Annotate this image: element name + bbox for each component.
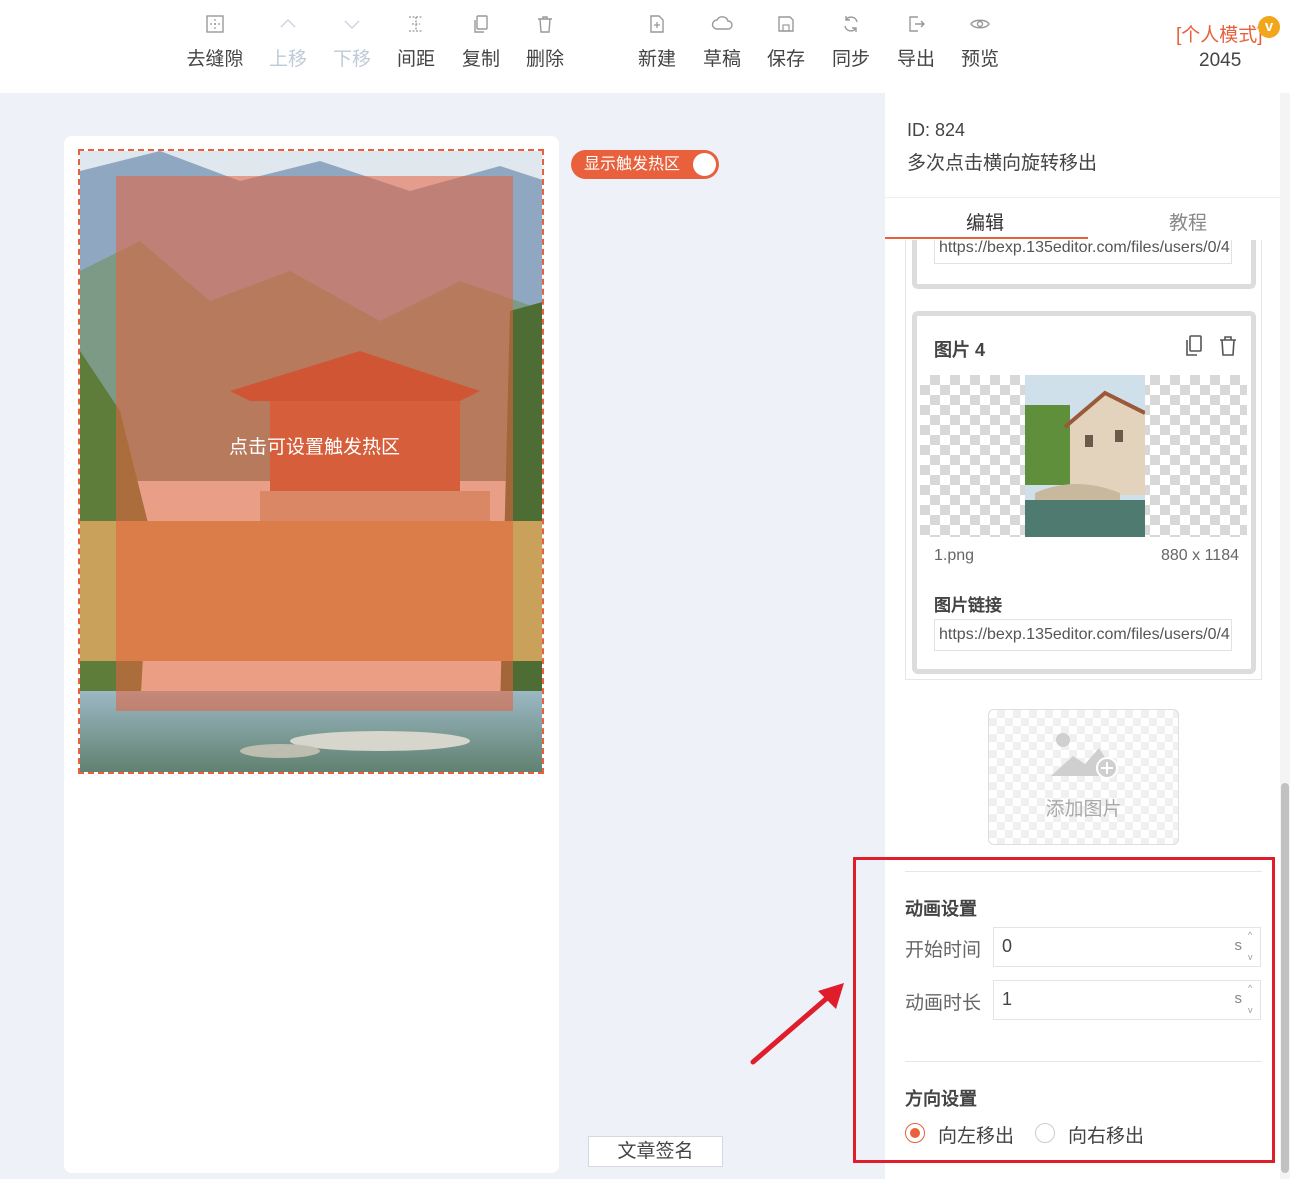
- tool-label: 导出: [896, 49, 935, 70]
- copy-icon: [446, 14, 516, 44]
- cloud-icon: [687, 14, 757, 44]
- trigger-hotzone[interactable]: 点击可设置触发热区: [116, 176, 513, 711]
- spacing-icon: [381, 14, 451, 44]
- tool-label: 去缝隙: [186, 49, 244, 70]
- tool-label: 保存: [766, 49, 805, 70]
- copy-icon[interactable]: [1183, 334, 1205, 358]
- draft-button[interactable]: 草稿: [687, 14, 757, 71]
- image-thumbnail: [1025, 375, 1145, 537]
- panel-scrollbar-thumb[interactable]: [1281, 783, 1289, 1173]
- vip-badge-icon: v: [1258, 16, 1280, 38]
- trash-icon[interactable]: [1217, 334, 1239, 358]
- add-image-label: 添加图片: [1045, 799, 1122, 820]
- image-link-label: 图片链接: [934, 596, 1002, 615]
- image-link-input[interactable]: https://bexp.135editor.com/files/users/0…: [934, 240, 1232, 264]
- delete-button[interactable]: 删除: [510, 14, 580, 71]
- toolbar: 去缝隙 上移 下移 间距 复制 删除 新建 草稿 保存 同步 导出 预览 [个人…: [0, 0, 1290, 93]
- tool-label: 复制: [461, 49, 500, 70]
- image-card-3: https://bexp.135editor.com/files/users/0…: [912, 240, 1256, 289]
- tab-edit[interactable]: 编辑: [885, 208, 1085, 235]
- image-link-input[interactable]: https://bexp.135editor.com/files/users/0…: [934, 619, 1232, 651]
- tool-label: 删除: [525, 49, 564, 70]
- image-card-4: 图片 4 1.png 880 x 1184 图片链接 https://bexp.…: [912, 311, 1256, 674]
- toggle-knob: [693, 153, 716, 176]
- new-file-icon: [622, 14, 692, 44]
- sync-icon: [816, 14, 886, 44]
- annotation-arrow-icon: [750, 983, 844, 1065]
- export-button[interactable]: 导出: [881, 14, 951, 71]
- annotation-highlight-box: [853, 857, 1275, 1163]
- chevron-up-icon: [253, 14, 323, 44]
- trash-icon: [510, 14, 580, 44]
- tool-label: 上移: [268, 49, 307, 70]
- hotzone-label: 点击可设置触发热区: [228, 437, 400, 458]
- sync-button[interactable]: 同步: [816, 14, 886, 71]
- remove-gap-button[interactable]: 去缝隙: [180, 14, 250, 71]
- spacing-button[interactable]: 间距: [381, 14, 451, 71]
- component-description: 多次点击横向旋转移出: [907, 153, 1098, 174]
- tool-label: 间距: [396, 49, 435, 70]
- mode-label[interactable]: [个人模式]: [1176, 20, 1263, 47]
- component-id: ID: 824: [907, 120, 966, 140]
- image-dimensions: 880 x 1184: [1161, 547, 1239, 564]
- active-tab-indicator: [885, 237, 1088, 239]
- save-icon: [751, 14, 821, 44]
- add-image-button[interactable]: 添加图片: [988, 709, 1179, 845]
- image-preview: [920, 375, 1247, 537]
- tool-label: 下移: [332, 49, 371, 70]
- new-button[interactable]: 新建: [622, 14, 692, 71]
- eye-icon: [945, 14, 1015, 44]
- add-image-icon: [1051, 733, 1118, 779]
- canvas-image[interactable]: 点击可设置触发热区: [78, 149, 544, 774]
- remove-gap-icon: [180, 14, 250, 44]
- tab-tutorial[interactable]: 教程: [1088, 208, 1288, 235]
- show-hotzone-toggle[interactable]: 显示触发热区: [571, 150, 719, 179]
- export-icon: [881, 14, 951, 44]
- tool-label: 草稿: [702, 49, 741, 70]
- article-signature-button[interactable]: 文章签名: [588, 1136, 723, 1167]
- mode-number: 2045: [1199, 50, 1242, 71]
- preview-button[interactable]: 预览: [945, 14, 1015, 71]
- chevron-down-icon: [317, 14, 387, 44]
- tool-label: 预览: [960, 49, 999, 70]
- copy-button[interactable]: 复制: [446, 14, 516, 71]
- tool-label: 新建: [637, 49, 676, 70]
- panel-tabs: 编辑 教程: [885, 197, 1290, 240]
- image-card-title: 图片 4: [934, 340, 986, 360]
- move-down-button[interactable]: 下移: [317, 14, 387, 71]
- image-filename: 1.png: [934, 547, 975, 564]
- toggle-label: 显示触发热区: [584, 156, 681, 173]
- move-up-button[interactable]: 上移: [253, 14, 323, 71]
- tool-label: 同步: [831, 49, 870, 70]
- save-button[interactable]: 保存: [751, 14, 821, 71]
